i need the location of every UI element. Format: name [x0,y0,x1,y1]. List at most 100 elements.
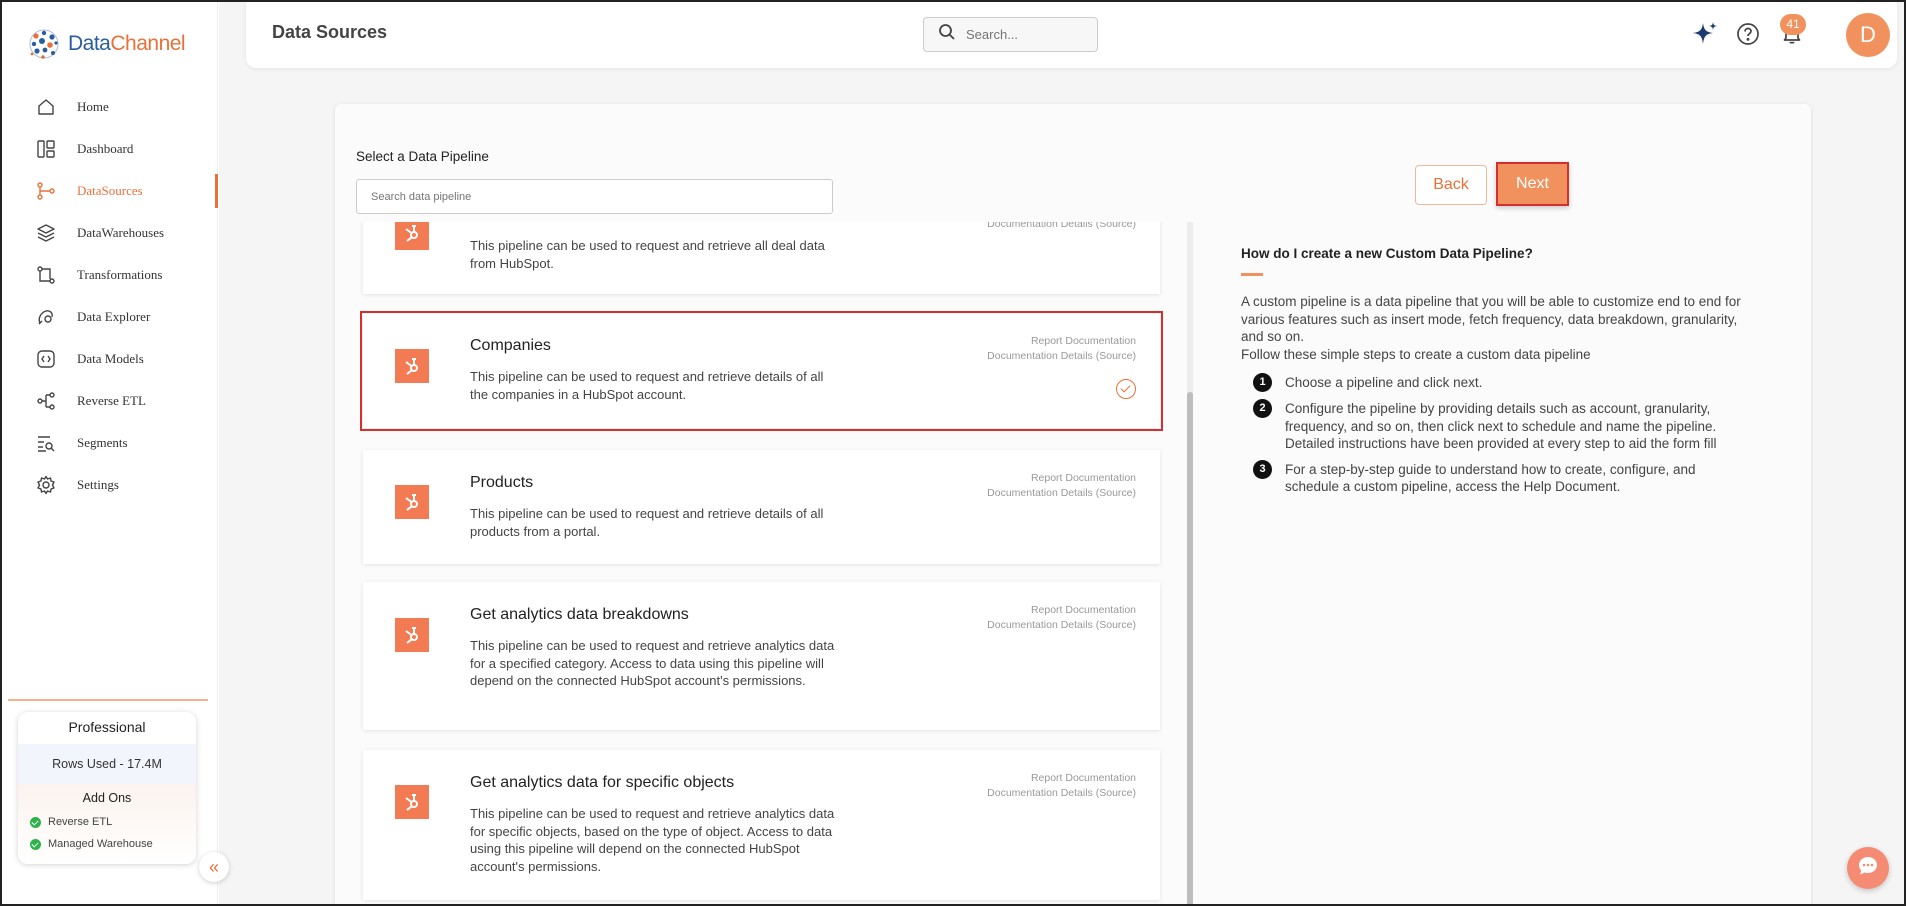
sidebar-item-label: Transformations [77,267,163,282]
hubspot-icon [395,349,429,383]
dashboard-icon [34,137,58,161]
datachannel-logo-icon [26,26,62,62]
select-pipeline-label: Select a Data Pipeline [356,149,489,164]
brand-logo[interactable]: DataChannel [26,26,186,62]
pipeline-list-scrollbar[interactable] [1187,222,1193,906]
back-button[interactable]: Back [1415,165,1487,205]
report-documentation-link[interactable]: Report Documentation [987,471,1136,486]
hubspot-icon [395,618,429,652]
sidebar-item-dashboard[interactable]: Dashboard [0,128,218,170]
pipeline-card-analytics-specific-objects[interactable]: Get analytics data for specific objects … [363,750,1160,900]
documentation-details-link[interactable]: Documentation Details (Source) [987,786,1136,801]
global-search[interactable] [923,17,1098,52]
report-documentation-link[interactable]: Report Documentation [987,603,1136,618]
hubspot-icon [395,485,429,519]
double-chevron-left-icon: « [208,856,219,877]
sidebar-item-datawarehouses[interactable]: DataWarehouses [0,212,218,254]
reverse-etl-icon [34,389,58,413]
check-circle-icon [30,838,41,850]
report-documentation-link[interactable]: Report Documentation [987,334,1136,349]
pipeline-title: Get analytics data for specific objects [470,774,735,791]
home-icon [34,95,58,119]
pipeline-doc-links: Report Documentation Documentation Detai… [987,471,1136,501]
plan-card: Professional Rows Used - 17.4M Add Ons R… [18,712,196,864]
help-steps: 1 Choose a pipeline and click next. 2 Conf… [1253,373,1743,504]
user-avatar[interactable]: D [1846,13,1890,57]
global-search-input[interactable] [966,27,1086,42]
ai-sparkle-icon[interactable] [1690,19,1720,49]
data-explorer-icon [34,305,58,329]
help-icon[interactable] [1733,19,1763,49]
rows-used: Rows Used - 17.4M [18,744,196,784]
pipeline-description: This pipeline can be used to request and… [470,506,824,539]
sidebar-item-segments[interactable]: Segments [0,422,218,464]
collapse-sidebar-button[interactable]: « [199,852,229,882]
segments-icon [34,431,58,455]
main-area: Data Sources 41 D Select a Data Pipeline… [219,0,1906,906]
pipeline-description: This pipeline can be used to request and… [470,238,825,271]
notification-count-badge: 41 [1780,14,1806,35]
pipeline-doc-links: Documentation Details (Source) [987,222,1136,232]
documentation-details-link[interactable]: Documentation Details (Source) [987,349,1136,364]
sidebar-item-data-models[interactable]: Data Models [0,338,218,380]
brand-name: DataChannel [68,32,186,55]
settings-icon [34,473,58,497]
sidebar-item-label: DataWarehouses [77,225,165,240]
sidebar-item-transformations[interactable]: Transformations [0,254,218,296]
sidebar-item-label: Home [77,99,109,114]
pipeline-description: This pipeline can be used to request and… [470,369,824,402]
datawarehouses-icon [34,221,58,245]
hubspot-icon [395,785,429,819]
sidebar-divider [8,699,208,701]
pipeline-card-analytics-breakdowns[interactable]: Get analytics data breakdowns This pipel… [363,582,1160,730]
pipeline-doc-links: Report Documentation Documentation Detai… [987,771,1136,801]
sidebar-item-settings[interactable]: Settings [0,464,218,506]
documentation-details-link[interactable]: Documentation Details (Source) [987,618,1136,633]
pipeline-doc-links: Report Documentation Documentation Detai… [987,334,1136,364]
documentation-details-link[interactable]: Documentation Details (Source) [987,222,1136,232]
addons-title: Add Ons [82,791,132,805]
chat-bubble-icon [1856,854,1880,883]
help-paragraph: A custom pipeline is a data pipeline tha… [1241,294,1741,362]
search-icon [938,23,956,46]
pipeline-description: This pipeline can be used to request and… [470,638,835,688]
addon-item: Reverse ETL [18,811,196,833]
pipeline-title: Companies [470,337,551,354]
pipeline-title: Get analytics data breakdowns [470,606,689,623]
chat-support-button[interactable] [1847,847,1889,889]
top-header: Data Sources 41 D [246,0,1897,68]
sidebar-item-home[interactable]: Home [0,86,218,128]
transformations-icon [34,263,58,287]
pipeline-title: Products [470,474,534,491]
help-step: 2 Configure the pipeline by providing det… [1253,399,1743,453]
pipeline-card-companies[interactable]: Companies This pipeline can be used to r… [360,311,1163,431]
selected-check-icon [1116,379,1136,399]
sidebar-nav: Home Dashboard DataSources DataWarehouse… [0,86,218,506]
pipeline-search-input[interactable] [356,179,833,214]
sidebar-item-label: Settings [77,477,119,492]
addon-item: Managed Warehouse [18,833,196,855]
documentation-details-link[interactable]: Documentation Details (Source) [987,486,1136,501]
sidebar-item-label: Data Explorer [77,309,151,324]
pipeline-card-products[interactable]: Products This pipeline can be used to re… [363,450,1160,564]
pipeline-selection-panel: Select a Data Pipeline Back Next This pi… [335,104,1811,906]
report-documentation-link[interactable]: Report Documentation [987,771,1136,786]
sidebar-item-datasources[interactable]: DataSources [0,170,218,212]
sidebar: DataChannel Home Dashboard DataSources D… [0,0,218,906]
pipeline-doc-links: Report Documentation Documentation Detai… [987,603,1136,633]
help-underline [1241,273,1263,276]
page-title: Data Sources [272,22,388,42]
sidebar-item-label: Data Models [77,351,144,366]
sidebar-item-data-explorer[interactable]: Data Explorer [0,296,218,338]
pipeline-card-deals[interactable]: This pipeline can be used to request and… [363,222,1160,294]
scrollbar-thumb[interactable] [1187,392,1193,906]
pipeline-list[interactable]: This pipeline can be used to request and… [335,222,1194,906]
datasources-icon [34,179,58,203]
sidebar-item-reverse-etl[interactable]: Reverse ETL [0,380,218,422]
sidebar-item-label: Reverse ETL [77,393,146,408]
next-button[interactable]: Next [1496,162,1569,206]
sidebar-item-label: DataSources [77,183,143,198]
addons-section: Add Ons Reverse ETL Managed Warehouse [18,784,196,864]
check-circle-icon [30,816,41,828]
help-step: 3 For a step-by-step guide to understand … [1253,459,1743,496]
